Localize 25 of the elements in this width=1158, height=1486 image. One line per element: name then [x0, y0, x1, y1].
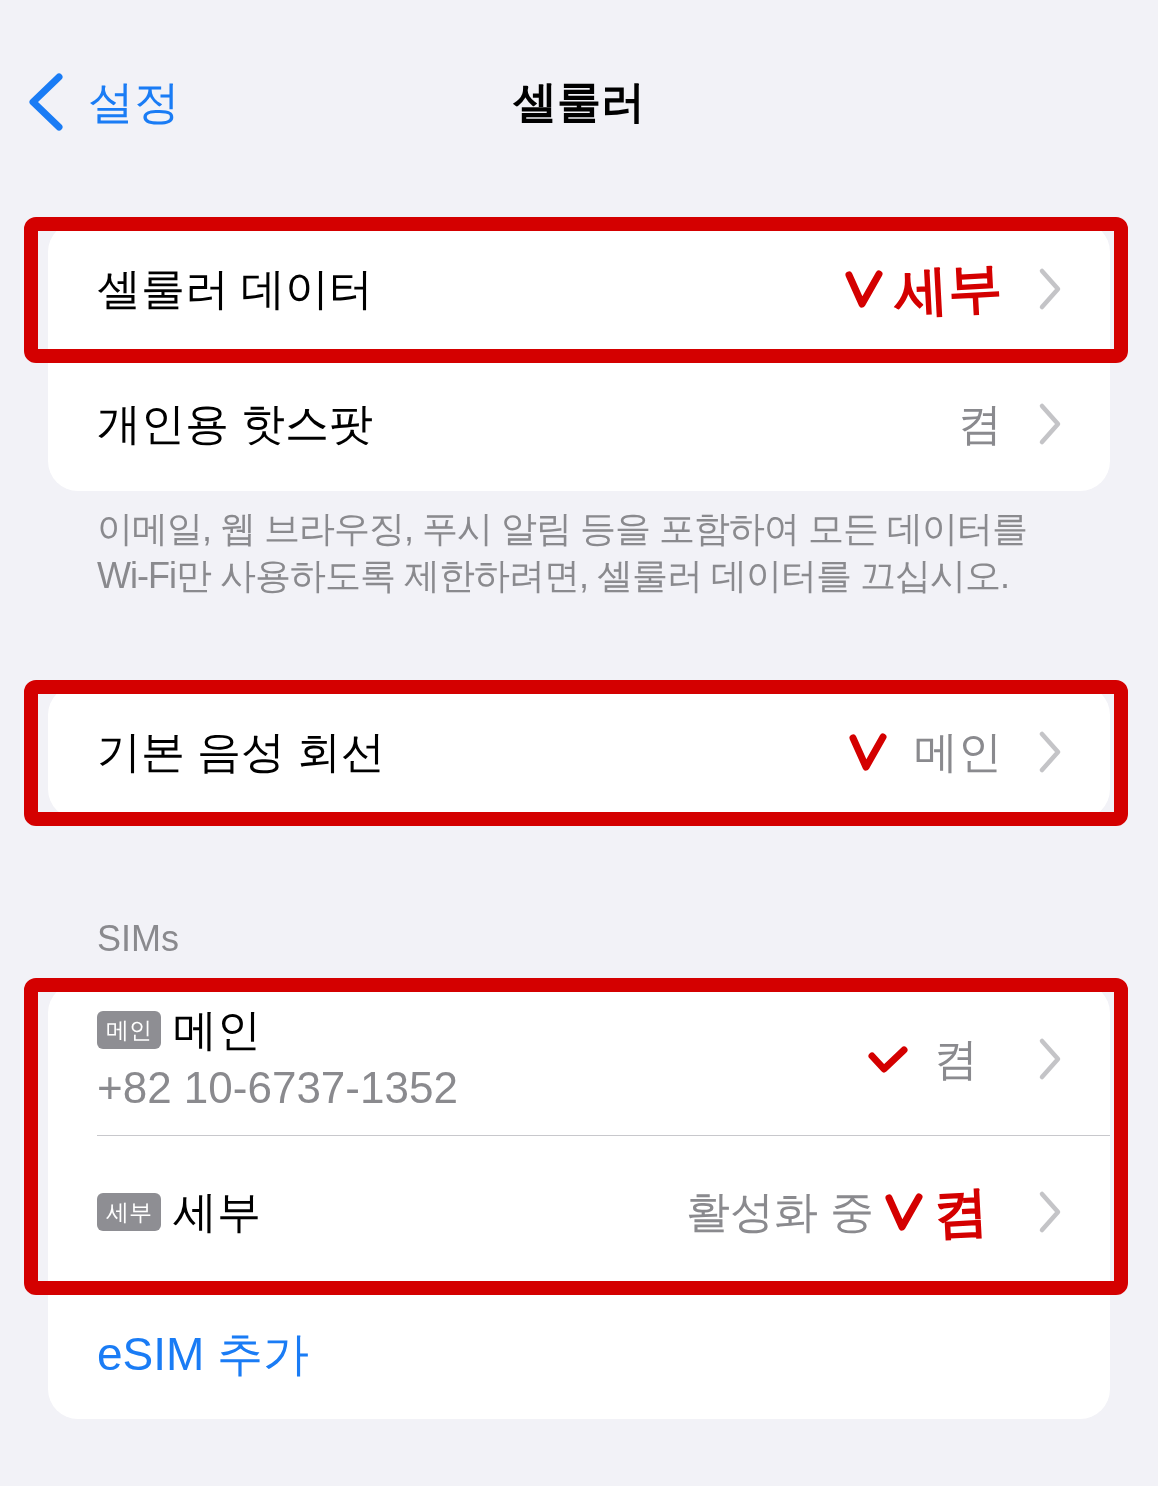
- back-button[interactable]: 설정: [28, 73, 180, 131]
- handwritten-note: 켬: [932, 1183, 990, 1241]
- chevron-right-icon[interactable]: [1038, 1190, 1062, 1234]
- row-label: 개인용 핫스팟: [97, 402, 374, 446]
- chevron-right-icon[interactable]: [1038, 1037, 1062, 1081]
- row-value: 켬: [934, 1037, 978, 1081]
- row-value: 메인: [914, 730, 1002, 774]
- row-value: 활성화 중: [685, 1190, 874, 1234]
- row-value: 켬: [958, 402, 1002, 446]
- handwritten-note: 세부: [892, 259, 1004, 319]
- section-header: SIMs: [97, 917, 179, 961]
- row-label: 메인: [173, 1008, 261, 1052]
- phone-number: +82 10-6737-1352: [97, 1066, 458, 1110]
- chevron-right-icon[interactable]: [1038, 267, 1062, 311]
- chevron-left-icon: [28, 73, 64, 131]
- chevron-right-icon[interactable]: [1038, 730, 1062, 774]
- chevron-right-icon[interactable]: [1038, 402, 1062, 446]
- sim-badge: 메인: [97, 1011, 161, 1049]
- section-footer: 이메일, 웹 브라우징, 푸시 알림 등을 포함하여 모든 데이터를 Wi-Fi만 사용하도록 제한하려면, 셀룰러 데이터를 끄십시오.: [48, 505, 1110, 599]
- row-label: 기본 음성 회선: [97, 730, 386, 774]
- add-esim-button[interactable]: eSIM 추가: [97, 1331, 310, 1377]
- row-label: 셀룰러 데이터: [97, 267, 374, 311]
- sim-badge: 세부: [97, 1193, 161, 1231]
- row-label: 세부: [173, 1190, 261, 1234]
- page-title: 셀룰러: [513, 80, 645, 124]
